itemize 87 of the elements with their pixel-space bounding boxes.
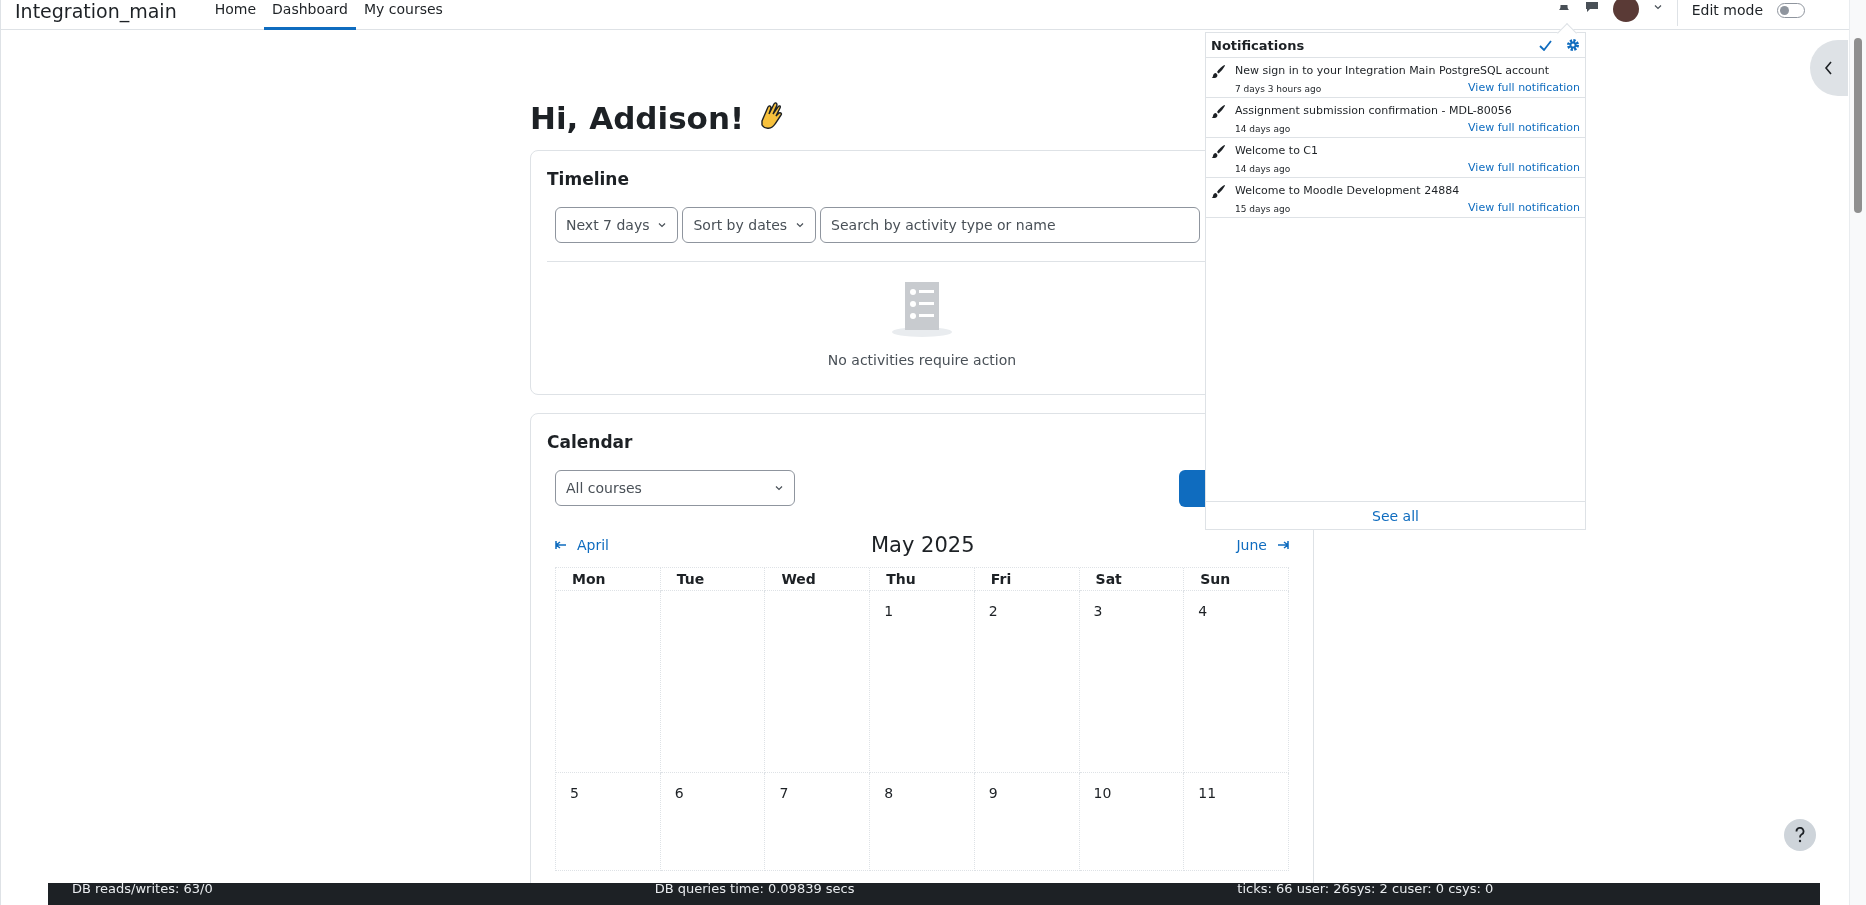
- user-menu-caret-icon: [1652, 2, 1663, 12]
- settings-icon[interactable]: [1566, 38, 1580, 52]
- card-title: Calendar: [547, 432, 633, 452]
- arrow-right-icon: [1277, 541, 1289, 549]
- arrow-left-icon: [555, 541, 567, 549]
- weekday-header: Sun: [1184, 568, 1289, 591]
- weekday-header: Wed: [765, 568, 871, 591]
- calendar-day-cell[interactable]: 9: [974, 773, 1080, 871]
- notification-item[interactable]: Assignment submission confirmation - MDL-80056 14 days ago View full notification: [1206, 98, 1585, 138]
- calendar-day-cell[interactable]: 2: [974, 591, 1080, 773]
- caret-icon: [657, 220, 668, 230]
- weekday-header: Thu: [870, 568, 975, 591]
- question-icon: [1795, 827, 1805, 843]
- weekday-header: Sat: [1079, 568, 1185, 591]
- notification-item[interactable]: Welcome to Moodle Development 24884 15 days ago View full notification: [1206, 178, 1585, 218]
- site-name[interactable]: Integration_main: [15, 0, 177, 22]
- day-number[interactable]: 8: [884, 785, 894, 801]
- calendar-day-cell[interactable]: 10: [1079, 773, 1185, 871]
- day-number[interactable]: 4: [1198, 603, 1208, 619]
- popover-title: Notifications: [1211, 37, 1305, 53]
- empty-message: No activities require action: [827, 352, 1017, 368]
- brush-icon: [1211, 64, 1226, 79]
- edit-mode-label: Edit mode: [1691, 1, 1763, 19]
- view-notification-link[interactable]: View full notification: [1468, 81, 1580, 94]
- day-number[interactable]: 2: [988, 603, 998, 619]
- help-button[interactable]: [1784, 819, 1816, 851]
- card-title: Timeline: [547, 169, 629, 189]
- weekday-header: Fri: [974, 568, 1080, 591]
- nav-link[interactable]: My courses: [356, 0, 451, 30]
- next-month-link[interactable]: June: [1236, 537, 1289, 553]
- notification-time: 14 days ago: [1235, 164, 1292, 174]
- chevron-left-icon: [1824, 61, 1834, 75]
- day-number[interactable]: 1: [884, 603, 894, 619]
- notification-item[interactable]: New sign in to your Integration Main PostgreSQL account 7 days 3 hours ago View full notification: [1206, 58, 1585, 98]
- performance-stat: DB reads/writes: 63/0: [72, 883, 214, 898]
- calendar-day-cell[interactable]: 5: [556, 773, 661, 871]
- day-number[interactable]: 10: [1093, 785, 1112, 801]
- greeting-heading: Hi, Addison!: [530, 100, 745, 136]
- notification-time: 7 days 3 hours ago: [1235, 84, 1323, 94]
- drawer-toggle-button[interactable]: [1810, 40, 1848, 96]
- day-number[interactable]: 6: [674, 785, 684, 801]
- notification-subject: New sign in to your Integration Main PostgreSQL account: [1235, 64, 1551, 79]
- search-field[interactable]: Search by activity type or name: [820, 207, 1201, 243]
- empty-list-icon: [892, 282, 952, 338]
- scrollbar-thumb[interactable]: [1854, 38, 1862, 213]
- calendar-day-cell[interactable]: 4: [1184, 591, 1289, 773]
- weekday-header: Tue: [660, 568, 766, 591]
- calendar-day-cell[interactable]: 11: [1184, 773, 1289, 871]
- day-filter-dropdown[interactable]: Next 7 days: [555, 207, 679, 243]
- calendar-day-cell[interactable]: 8: [870, 773, 975, 871]
- day-number[interactable]: 9: [988, 785, 998, 801]
- see-all-link[interactable]: See all: [1206, 501, 1585, 529]
- day-number[interactable]: 11: [1198, 785, 1217, 801]
- calendar-day-cell[interactable]: 7: [765, 773, 871, 871]
- view-notification-link[interactable]: View full notification: [1468, 121, 1580, 134]
- performance-stat: DB queries time: 0.09839 secs: [654, 883, 856, 898]
- day-number[interactable]: 7: [779, 785, 789, 801]
- course-filter-dropdown[interactable]: All courses: [555, 470, 795, 506]
- caret-icon: [774, 483, 784, 493]
- brush-icon: [1211, 144, 1226, 159]
- nav-link[interactable]: Dashboard: [264, 0, 356, 30]
- chat-icon[interactable]: [1584, 2, 1599, 12]
- brush-icon: [1211, 184, 1226, 199]
- calendar-day-cell[interactable]: 1: [870, 591, 975, 773]
- weekday-header: Mon: [556, 568, 661, 591]
- calendar-day-cell[interactable]: 6: [660, 773, 766, 871]
- notification-subject: Assignment submission confirmation - MDL-80056: [1235, 104, 1513, 119]
- notification-subject: Welcome to C1: [1235, 144, 1320, 159]
- notification-time: 15 days ago: [1235, 204, 1292, 214]
- user-avatar[interactable]: [1612, 0, 1639, 22]
- edit-mode-toggle[interactable]: [1777, 3, 1805, 18]
- nav-link[interactable]: Home: [206, 0, 264, 30]
- calendar-day-cell[interactable]: 3: [1079, 591, 1185, 773]
- check-icon[interactable]: [1539, 39, 1552, 51]
- sort-dropdown[interactable]: Sort by dates: [682, 207, 817, 243]
- view-notification-link[interactable]: View full notification: [1468, 161, 1580, 174]
- notification-item[interactable]: Welcome to C1 14 days ago View full notification: [1206, 138, 1585, 178]
- caret-icon: [795, 220, 806, 230]
- day-number[interactable]: 3: [1093, 603, 1103, 619]
- brush-icon: [1211, 104, 1226, 119]
- month-title: May 2025: [870, 533, 975, 557]
- view-notification-link[interactable]: View full notification: [1468, 201, 1580, 214]
- day-number[interactable]: 5: [570, 785, 579, 801]
- notification-time: 14 days ago: [1235, 124, 1292, 134]
- performance-stat: ticks: 66 user: 26sys: 2 cuser: 0 csys: 0: [1237, 883, 1495, 898]
- previous-month-link[interactable]: April: [555, 537, 609, 553]
- notification-subject: Welcome to Moodle Development 24884: [1235, 184, 1461, 199]
